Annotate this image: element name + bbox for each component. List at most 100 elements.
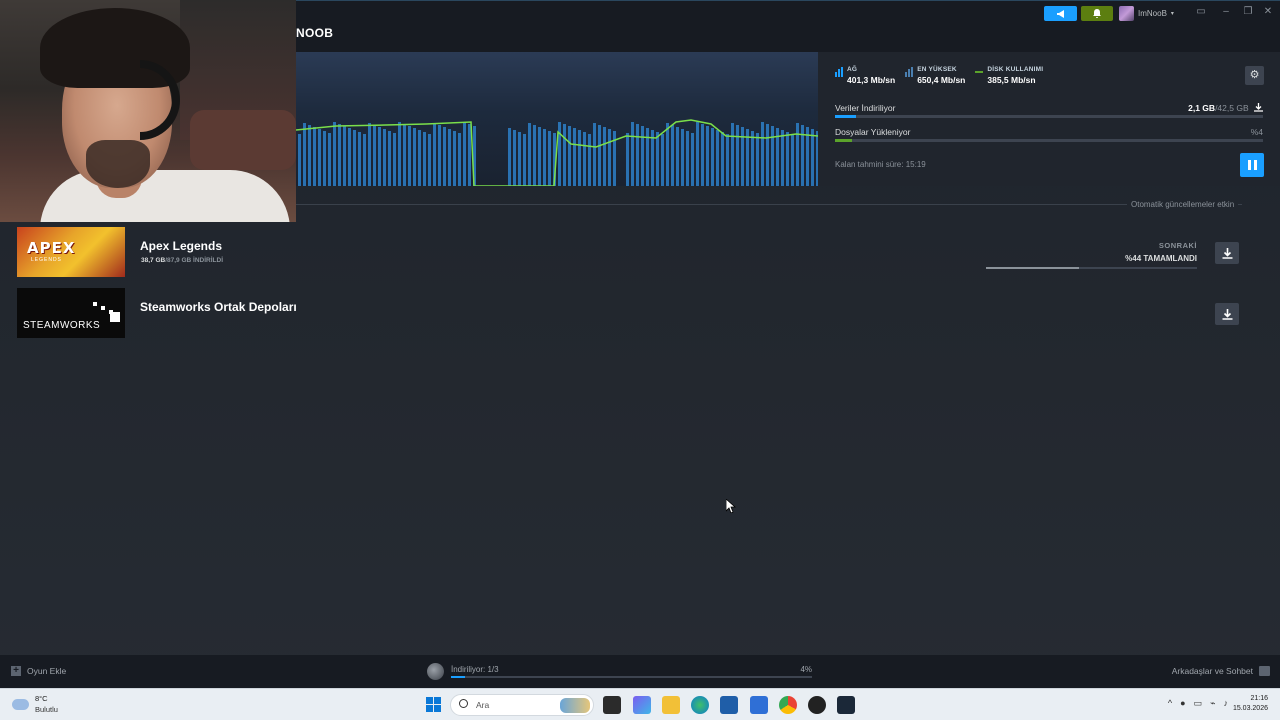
mail-icon[interactable] (750, 696, 768, 714)
graph-bar (811, 129, 814, 186)
graph-bar (508, 128, 511, 186)
footer-download-status[interactable]: İndiriliyor: 1/3 4% (427, 663, 812, 681)
graph-bar (518, 132, 521, 186)
queue-item-steamworks[interactable]: STEAMWORKS Steamworks Ortak Depoları (17, 288, 1239, 338)
download-icon (1222, 308, 1232, 320)
megaphone-icon (1056, 9, 1064, 18)
big-picture-icon[interactable]: ▭ (1195, 6, 1207, 18)
download-current: 2,1 GB (1188, 103, 1216, 113)
obs-icon[interactable] (808, 696, 826, 714)
graph-bar (373, 125, 376, 186)
start-button[interactable] (426, 697, 441, 712)
download-hero: AĞ 401,3 Mb/sn EN YÜKSEK 650,4 Mb/sn DİS… (296, 52, 1280, 186)
graph-bar (726, 134, 729, 186)
graph-bar (338, 124, 341, 186)
game-icon (427, 663, 444, 680)
graph-bar (731, 123, 734, 186)
graph-bar (701, 124, 704, 186)
queue-item-apex[interactable]: APEX LEGENDS Apex Legends 38,7 GB/87,9 G… (17, 227, 1239, 277)
download-button[interactable] (1215, 242, 1239, 264)
webcam-pillow (190, 110, 296, 170)
game-thumbnail[interactable]: APEX LEGENDS (17, 227, 125, 277)
graph-bar (418, 130, 421, 186)
widgets-app-icon[interactable] (633, 696, 651, 714)
network-icon[interactable]: ⌁ (1210, 698, 1215, 709)
graph-bar (448, 129, 451, 186)
steam-icon[interactable] (837, 696, 855, 714)
task-view-icon[interactable] (603, 696, 621, 714)
footer-progress-bar (451, 676, 812, 678)
volume-icon[interactable]: ♪ (1224, 698, 1229, 709)
chrome-icon[interactable] (779, 696, 797, 714)
graph-bar (378, 127, 381, 186)
graph-bar (711, 128, 714, 186)
friends-chat-button[interactable]: Arkadaşlar ve Sohbet (1172, 666, 1270, 676)
edge-icon[interactable] (691, 696, 709, 714)
graph-bar (666, 123, 669, 186)
download-amount: 2,1 GB/42,5 GB (1188, 103, 1263, 113)
system-tray: ^ ● ▭ ⌁ ♪ (1168, 698, 1228, 709)
graph-bar (631, 122, 634, 186)
file-explorer-icon[interactable] (662, 696, 680, 714)
graph-bar (543, 129, 546, 186)
graph-bar (756, 133, 759, 186)
game-thumbnail[interactable]: STEAMWORKS (17, 288, 125, 338)
graph-bar (661, 134, 664, 186)
cloud-icon (12, 699, 29, 710)
graph-bar (468, 124, 471, 186)
graph-bar (308, 125, 311, 186)
close-button[interactable]: ✕ (1262, 6, 1274, 18)
gear-icon[interactable]: ⚙ (1245, 66, 1264, 85)
display-icon[interactable]: ▭ (1194, 698, 1203, 709)
graph-bar (686, 131, 689, 186)
graph-bar (696, 122, 699, 186)
webcam-shirt (40, 170, 290, 222)
auto-updates-text: Otomatik güncellemeler etkin (1127, 200, 1239, 209)
game-title[interactable]: Steamworks Ortak Depoları (140, 300, 297, 314)
friends-label: Arkadaşlar ve Sohbet (1171, 666, 1253, 676)
graph-bar (636, 124, 639, 186)
download-progress-bar (835, 115, 1263, 118)
graph-bar (816, 131, 818, 186)
stat-label: EN YÜKSEK (917, 66, 957, 73)
graph-bar (671, 125, 674, 186)
search-placeholder: Ara (476, 700, 490, 710)
chevron-up-icon[interactable]: ^ (1168, 698, 1172, 709)
graph-bar (598, 125, 601, 186)
date: 15.03.2026 (1232, 705, 1268, 712)
windows-logo-pane (426, 705, 433, 712)
taskbar-search[interactable]: Ara (450, 694, 594, 716)
graph-bar (403, 124, 406, 186)
line-icon (975, 71, 984, 73)
graph-bar (721, 132, 724, 186)
add-game-button[interactable]: + Oyun Ekle (11, 666, 66, 676)
download-stats: AĞ 401,3 Mb/sn EN YÜKSEK 650,4 Mb/sn DİS… (835, 66, 1043, 85)
pixel-square (101, 306, 105, 310)
graph-bar (568, 126, 571, 186)
mouse-cursor (725, 498, 737, 518)
graph-bar (706, 126, 709, 186)
user-menu[interactable]: ImNooB ▾ (1119, 6, 1174, 21)
minimize-button[interactable]: – (1220, 6, 1232, 18)
microphone-icon[interactable]: ● (1180, 698, 1185, 709)
graph-bar (348, 128, 351, 186)
graph-bar (573, 128, 576, 186)
graph-bar (766, 124, 769, 186)
download-button[interactable] (1215, 303, 1239, 325)
pause-button[interactable] (1240, 153, 1264, 177)
downloading-percent: 4% (800, 665, 812, 674)
game-title[interactable]: Apex Legends (140, 239, 222, 253)
graph-bar (398, 122, 401, 186)
maximize-button[interactable]: ❐ (1242, 6, 1254, 18)
weather-widget[interactable]: 8°C Bulutlu (12, 694, 58, 714)
clock[interactable]: 21:16 15.03.2026 (1233, 694, 1268, 714)
notifications-button[interactable] (1081, 6, 1113, 21)
stat-peak: EN YÜKSEK 650,4 Mb/sn (905, 66, 965, 85)
announcements-button[interactable] (1044, 6, 1077, 21)
stat-label: DİSK KULLANIMI (987, 66, 1044, 73)
chevron-down-icon: ▾ (1170, 11, 1174, 17)
graph-bar (368, 123, 371, 186)
footer-bar: + Oyun Ekle İndiriliyor: 1/3 4% Arkadaşl… (0, 655, 1280, 688)
graph-bar (298, 134, 301, 186)
store-icon[interactable] (720, 696, 738, 714)
